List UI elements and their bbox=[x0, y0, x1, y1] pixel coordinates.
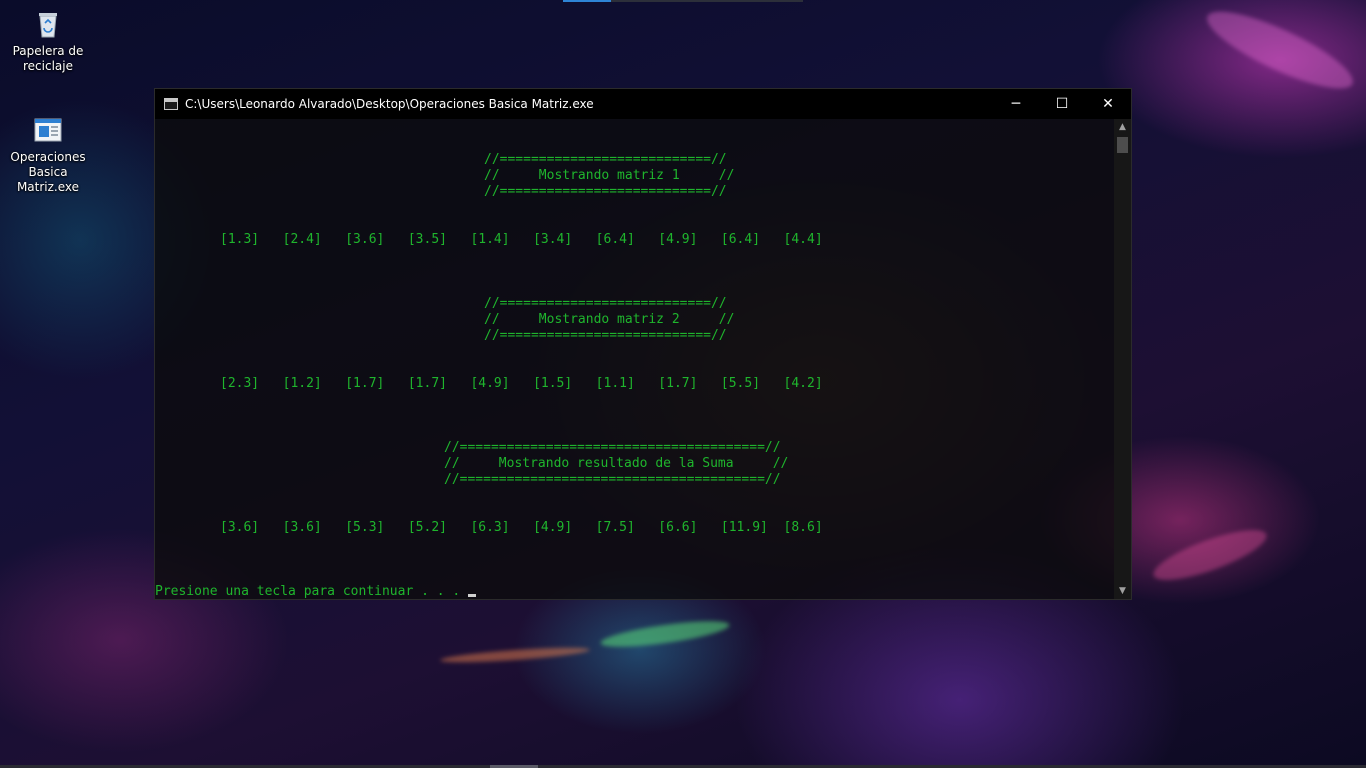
taskbar-active-indicator bbox=[563, 0, 611, 2]
banner-line: //======================================… bbox=[444, 472, 781, 487]
scroll-up-icon[interactable]: ▲ bbox=[1114, 119, 1131, 135]
console-app-icon bbox=[164, 98, 178, 110]
minimize-button[interactable]: ─ bbox=[993, 89, 1039, 119]
console-window: C:\Users\Leonardo Alvarado\Desktop\Opera… bbox=[154, 88, 1132, 600]
banner-title: // Mostrando matriz 2 // bbox=[484, 312, 735, 327]
wallpaper-streak bbox=[1148, 520, 1272, 590]
scroll-down-icon[interactable]: ▼ bbox=[1114, 583, 1131, 599]
matrix-row: [2.3] [1.2] [1.7] [1.7] [4.9] [1.5] [1.1… bbox=[220, 376, 823, 391]
banner-title: // Mostrando matriz 1 // bbox=[484, 168, 735, 183]
executable-icon bbox=[34, 118, 62, 142]
wallpaper-streak bbox=[599, 616, 731, 652]
banner-title: // Mostrando resultado de la Suma // bbox=[444, 456, 789, 471]
banner-line: //===========================// bbox=[484, 328, 727, 343]
console-output[interactable]: //===========================// // Mostr… bbox=[155, 119, 1114, 599]
wallpaper-streak bbox=[439, 644, 591, 666]
banner-line: //===========================// bbox=[484, 152, 727, 167]
wallpaper-streak bbox=[1199, 0, 1361, 102]
close-button[interactable]: ✕ bbox=[1085, 89, 1131, 119]
window-title: C:\Users\Leonardo Alvarado\Desktop\Opera… bbox=[185, 97, 594, 111]
scrollbar-thumb[interactable] bbox=[1117, 137, 1128, 153]
banner-line: //===========================// bbox=[484, 296, 727, 311]
window-titlebar[interactable]: C:\Users\Leonardo Alvarado\Desktop\Opera… bbox=[155, 89, 1131, 119]
desktop-icon-recycle-bin[interactable]: Papelera de reciclaje bbox=[0, 8, 96, 74]
prompt-line: Presione una tecla para continuar . . . bbox=[155, 584, 477, 600]
desktop-icon-label: Operaciones Basica Matriz.exe bbox=[10, 150, 86, 194]
banner-line: //======================================… bbox=[444, 440, 781, 455]
desktop-icon-executable[interactable]: Operaciones Basica Matriz.exe bbox=[0, 114, 96, 195]
vertical-scrollbar[interactable]: ▲ ▼ bbox=[1114, 119, 1131, 599]
desktop-icon-label: Papelera de reciclaje bbox=[12, 44, 84, 73]
prompt-text: Presione una tecla para continuar . . . bbox=[155, 584, 469, 599]
maximize-button[interactable]: ☐ bbox=[1039, 89, 1085, 119]
text-cursor bbox=[468, 594, 477, 597]
result-row: [3.6] [3.6] [5.3] [5.2] [6.3] [4.9] [7.5… bbox=[220, 520, 823, 535]
taskbar-edge bbox=[563, 0, 803, 2]
banner-line: //===========================// bbox=[484, 184, 727, 199]
matrix-row: [1.3] [2.4] [3.6] [3.5] [1.4] [3.4] [6.4… bbox=[220, 232, 823, 247]
recycle-bin-icon bbox=[39, 13, 57, 38]
